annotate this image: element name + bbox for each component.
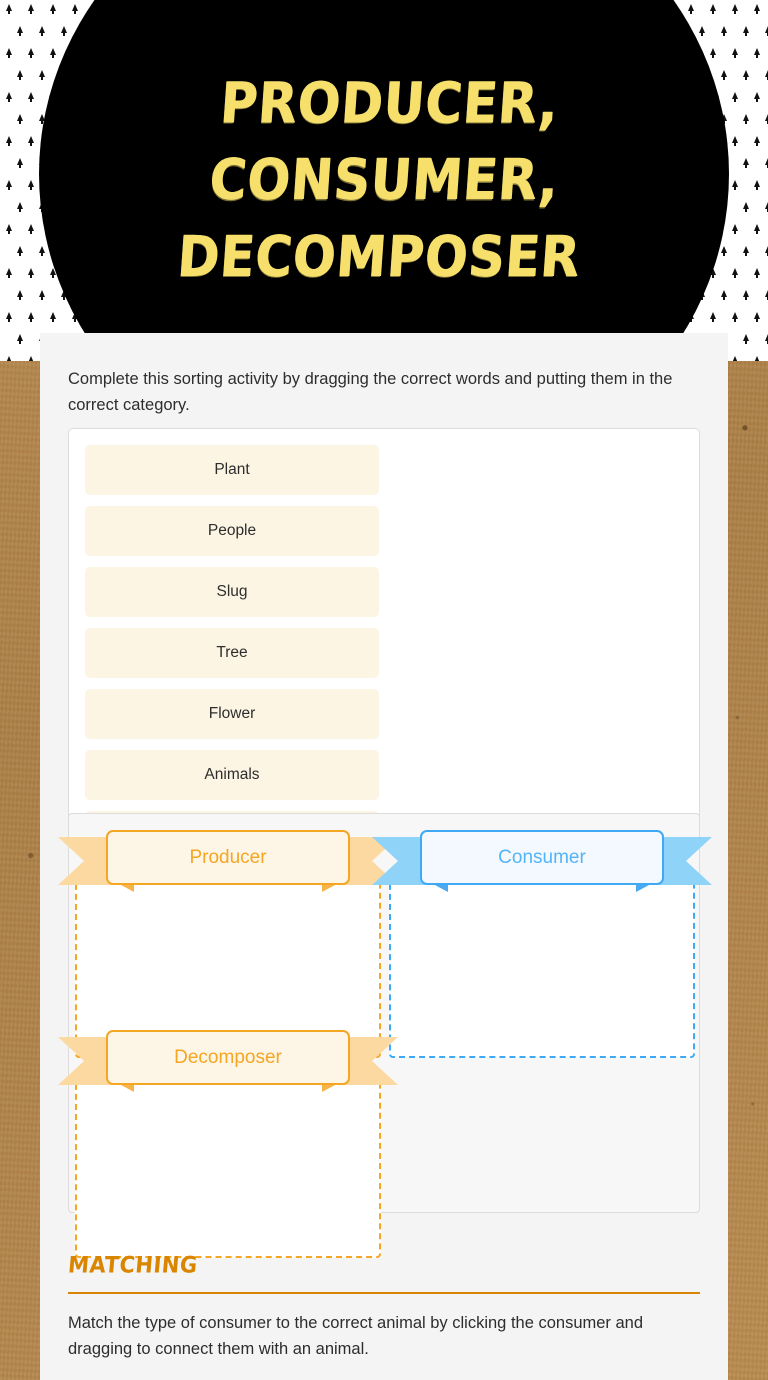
ribbon-wing-right-icon: [658, 837, 712, 885]
category-label-decomposer: Decomposer: [106, 1030, 350, 1085]
matching-section: MATCHING Match the type of consumer to t…: [67, 1251, 700, 1362]
sorting-drop-area: Producer Consumer Decomposer: [58, 813, 712, 1258]
word-card[interactable]: Animals: [85, 750, 379, 800]
category-label-consumer: Consumer: [420, 830, 664, 885]
triangle-tree-icon: [732, 312, 738, 322]
category-banner-decomposer: Decomposer: [58, 1030, 398, 1092]
worksheet-panel: Complete this sorting activity by draggi…: [40, 333, 728, 1380]
triangle-tree-icon: [50, 4, 56, 14]
triangle-tree-icon: [72, 4, 78, 14]
triangle-tree-icon: [754, 312, 760, 322]
page-title: PRODUCER, CONSUMER, DECOMPOSER: [175, 70, 583, 290]
triangle-tree-icon: [732, 48, 738, 58]
matching-heading: MATCHING: [67, 1251, 199, 1278]
drop-zone-decomposer[interactable]: [75, 1070, 381, 1258]
category-group-consumer: Consumer: [372, 830, 712, 1058]
word-card[interactable]: Flower: [85, 689, 379, 739]
ribbon-wing-left-icon: [372, 837, 426, 885]
word-card[interactable]: Slug: [85, 567, 379, 617]
triangle-tree-icon: [6, 48, 12, 58]
triangle-tree-icon: [28, 48, 34, 58]
triangle-tree-icon: [754, 48, 760, 58]
triangle-tree-icon: [699, 26, 705, 36]
triangle-tree-icon: [710, 48, 716, 58]
triangle-tree-icon: [17, 26, 23, 36]
triangle-tree-icon: [710, 4, 716, 14]
triangle-tree-icon: [732, 356, 738, 361]
triangle-tree-icon: [721, 26, 727, 36]
triangle-tree-icon: [28, 356, 34, 361]
triangle-tree-icon: [28, 4, 34, 14]
triangle-tree-icon: [743, 26, 749, 36]
matching-instructions-text: Match the type of consumer to the correc…: [68, 1313, 644, 1358]
triangle-tree-icon: [710, 312, 716, 322]
triangle-tree-icon: [61, 26, 67, 36]
triangle-tree-icon: [6, 4, 12, 14]
ribbon-wing-left-icon: [58, 1037, 112, 1085]
triangle-tree-icon: [6, 312, 12, 322]
triangle-tree-icon: [754, 4, 760, 14]
triangle-tree-icon: [6, 356, 12, 361]
category-label-producer: Producer: [106, 830, 350, 885]
worksheet-header: PRODUCER, CONSUMER, DECOMPOSER: [0, 0, 768, 361]
word-card[interactable]: Plant: [85, 445, 379, 495]
category-banner-consumer: Consumer: [372, 830, 712, 892]
triangle-tree-icon: [688, 4, 694, 14]
section-divider: [68, 1292, 700, 1294]
drop-zone-consumer[interactable]: [389, 870, 695, 1058]
triangle-tree-icon: [17, 334, 23, 344]
triangle-tree-icon: [732, 4, 738, 14]
category-group-decomposer: Decomposer: [58, 1030, 398, 1258]
triangle-tree-icon: [754, 356, 760, 361]
triangle-tree-icon: [743, 334, 749, 344]
word-card[interactable]: Tree: [85, 628, 379, 678]
ribbon-wing-left-icon: [58, 837, 112, 885]
triangle-tree-icon: [28, 312, 34, 322]
category-banner-producer: Producer: [58, 830, 398, 892]
word-card[interactable]: People: [85, 506, 379, 556]
ribbon-wing-right-icon: [344, 1037, 398, 1085]
triangle-tree-icon: [50, 312, 56, 322]
triangle-tree-icon: [50, 48, 56, 58]
triangle-tree-icon: [39, 26, 45, 36]
instructions-text: Complete this sorting activity by draggi…: [68, 370, 673, 414]
